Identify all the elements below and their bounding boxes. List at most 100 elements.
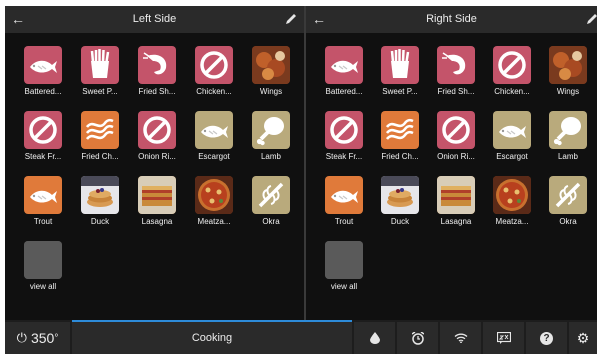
pizza-photo	[195, 176, 233, 214]
right-panel-title: Right Side	[426, 13, 477, 25]
chat-button[interactable]	[483, 322, 524, 354]
recipe-tile[interactable]: Trout	[320, 176, 368, 226]
right-panel: ← Right Side Battered... Sweet P... Fried …	[306, 6, 597, 320]
wings-photo	[549, 46, 587, 84]
shrimp-icon	[437, 46, 475, 84]
recipe-label: Meatza...	[197, 217, 231, 226]
recipe-tile[interactable]: Lasagna	[133, 176, 181, 226]
recipe-label: Duck	[90, 217, 110, 226]
recipe-tile[interactable]: Lasagna	[432, 176, 480, 226]
recipe-label: Fried Ch...	[381, 152, 419, 161]
recipe-tile[interactable]: Chicken...	[190, 46, 238, 96]
drumstick-icon	[252, 111, 290, 149]
recipe-label: Okra	[559, 217, 577, 226]
recipe-tile[interactable]: Meatza...	[488, 176, 536, 226]
recipe-tile[interactable]: Sweet P...	[376, 46, 424, 96]
no-image-icon	[325, 111, 363, 149]
recipe-label: Sweet P...	[82, 87, 118, 96]
recipe-tile[interactable]: Chicken...	[488, 46, 536, 96]
recipe-label: Fried Sh...	[437, 87, 475, 96]
pencil-icon[interactable]	[585, 12, 597, 26]
recipe-tile[interactable]: Escargot	[488, 111, 536, 161]
help-button[interactable]: ?	[526, 322, 567, 354]
alarm-icon	[411, 331, 424, 345]
recipe-tile[interactable]: Steak Fr...	[320, 111, 368, 161]
pencil-icon[interactable]	[284, 12, 298, 26]
recipe-label: view all	[29, 282, 57, 291]
bacon-icon	[381, 111, 419, 149]
drop-button[interactable]	[354, 322, 395, 354]
recipe-label: view all	[330, 282, 358, 291]
cooking-tab[interactable]: Cooking	[72, 322, 352, 354]
left-panel-title: Left Side	[132, 13, 177, 25]
recipe-label: Chicken...	[196, 87, 232, 96]
fish-icon	[24, 46, 62, 84]
recipe-label: Fried Ch...	[81, 152, 119, 161]
recipe-label: Steak Fr...	[24, 152, 62, 161]
recipe-tile[interactable]: view all	[320, 241, 368, 291]
recipe-label: Escargot	[496, 152, 528, 161]
no-image-icon	[493, 46, 531, 84]
recipe-tile[interactable]: Lamb	[247, 111, 295, 161]
fish-icon	[325, 46, 363, 84]
cooking-label: Cooking	[191, 332, 233, 344]
help-icon: ?	[540, 331, 553, 345]
view-all-icon	[24, 241, 62, 279]
recipe-label: Escargot	[198, 152, 230, 161]
recipe-tile[interactable]: Steak Fr...	[19, 111, 67, 161]
gear-icon: ⚙	[576, 329, 590, 346]
recipe-label: Okra	[262, 217, 280, 226]
recipe-tile[interactable]: Fried Ch...	[376, 111, 424, 161]
recipe-label: Fried Sh...	[138, 87, 176, 96]
bacon-icon	[81, 111, 119, 149]
recipe-label: Lasagna	[141, 217, 173, 226]
power-icon: ⏻	[16, 330, 27, 345]
fish-icon	[493, 111, 531, 149]
temperature-value: 350	[30, 330, 55, 346]
wifi-button[interactable]	[440, 322, 481, 354]
recipe-tile[interactable]: Fried Ch...	[76, 111, 124, 161]
pancakes-photo	[81, 176, 119, 214]
recipe-tile[interactable]: Wings	[544, 46, 592, 96]
shrimp-icon	[138, 46, 176, 84]
recipe-tile[interactable]: Duck	[76, 176, 124, 226]
recipe-label: Chicken...	[494, 87, 530, 96]
left-panel-header: ← Left Side	[5, 6, 304, 33]
recipe-tile[interactable]: Meatza...	[190, 176, 238, 226]
wings-photo	[252, 46, 290, 84]
recipe-tile[interactable]: Battered...	[19, 46, 67, 96]
recipe-tile[interactable]: view all	[19, 241, 67, 291]
temperature-button[interactable]: ⏻ 350 °	[5, 322, 70, 354]
recipe-tile[interactable]: Fried Sh...	[432, 46, 480, 96]
temperature-unit: °	[54, 332, 59, 344]
recipe-tile[interactable]: Fried Sh...	[133, 46, 181, 96]
recipe-tile[interactable]: Sweet P...	[76, 46, 124, 96]
recipe-tile[interactable]: Okra	[544, 176, 592, 226]
alarm-button[interactable]	[397, 322, 438, 354]
recipe-label: Wings	[556, 87, 580, 96]
recipe-tile[interactable]: Lamb	[544, 111, 592, 161]
recipe-tile[interactable]: Wings	[247, 46, 295, 96]
wifi-icon	[454, 333, 467, 343]
drumstick-icon	[549, 111, 587, 149]
settings-button[interactable]: ⚙	[569, 322, 597, 354]
recipe-label: Battered...	[325, 87, 363, 96]
no-image-icon	[24, 111, 62, 149]
vegetable-icon	[252, 176, 290, 214]
screen: ← Left Side Battered... Sweet P... Fried S…	[5, 6, 597, 354]
recipe-tile[interactable]: Duck	[376, 176, 424, 226]
left-panel: ← Left Side Battered... Sweet P... Fried S…	[5, 6, 304, 320]
recipe-tile[interactable]: Escargot	[190, 111, 238, 161]
recipe-label: Battered...	[24, 87, 62, 96]
recipe-tile[interactable]: Trout	[19, 176, 67, 226]
pancakes-photo	[381, 176, 419, 214]
lasagna-photo	[138, 176, 176, 214]
recipe-label: Lamb	[260, 152, 281, 161]
recipe-tile[interactable]: Battered...	[320, 46, 368, 96]
recipe-tile[interactable]: Onion Ri...	[432, 111, 480, 161]
pizza-photo	[493, 176, 531, 214]
no-image-icon	[195, 46, 233, 84]
drop-icon	[369, 332, 380, 344]
recipe-tile[interactable]: Okra	[247, 176, 295, 226]
recipe-tile[interactable]: Onion Ri...	[133, 111, 181, 161]
